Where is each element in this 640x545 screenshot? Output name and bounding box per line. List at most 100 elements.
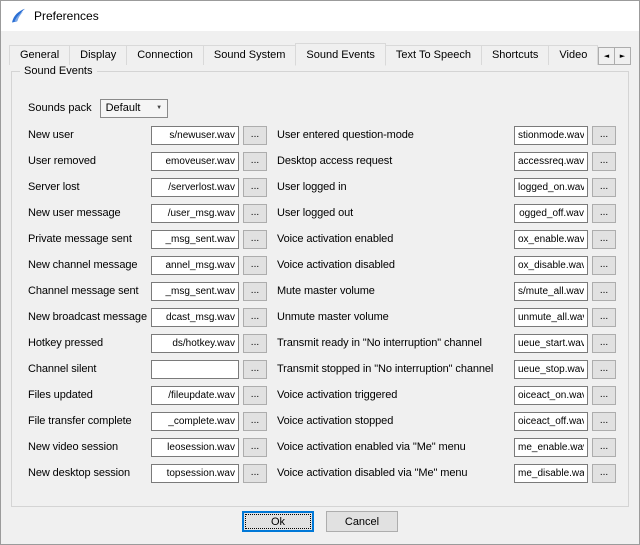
browse-button[interactable]: ... — [592, 204, 616, 223]
chevron-down-icon: ▼ — [152, 105, 167, 111]
browse-button[interactable]: ... — [243, 334, 267, 353]
sound-file-input[interactable] — [514, 126, 588, 145]
sound-file-input[interactable] — [514, 178, 588, 197]
browse-button[interactable]: ... — [243, 178, 267, 197]
tab-bar: GeneralDisplayConnectionSound SystemSoun… — [9, 45, 631, 65]
sound-event-row: Channel message sent... — [28, 278, 267, 304]
sound-file-input[interactable] — [514, 204, 588, 223]
sound-event-label: Channel message sent — [28, 285, 147, 297]
sound-event-label: Mute master volume — [277, 285, 510, 297]
browse-button[interactable]: ... — [592, 412, 616, 431]
sound-file-input[interactable] — [514, 230, 588, 249]
title-bar: Preferences — [1, 1, 639, 31]
tab-scroll-right-button[interactable]: ► — [614, 47, 631, 65]
sound-file-input[interactable] — [514, 334, 588, 353]
sound-event-label: Channel silent — [28, 363, 147, 375]
tab-sound-system[interactable]: Sound System — [203, 45, 297, 65]
sound-event-row: Mute master volume... — [277, 278, 616, 304]
sound-event-row: Voice activation disabled... — [277, 252, 616, 278]
sounds-pack-row: Sounds pack Default ▼ — [28, 98, 168, 118]
browse-button[interactable]: ... — [592, 178, 616, 197]
browse-button[interactable]: ... — [592, 308, 616, 327]
browse-button[interactable]: ... — [243, 282, 267, 301]
sound-event-label: New video session — [28, 441, 147, 453]
browse-button[interactable]: ... — [592, 230, 616, 249]
sound-event-row: Hotkey pressed... — [28, 330, 267, 356]
sound-event-row: User removed... — [28, 148, 267, 174]
tab-connection[interactable]: Connection — [126, 45, 204, 65]
browse-button[interactable]: ... — [243, 412, 267, 431]
browse-button[interactable]: ... — [243, 360, 267, 379]
sound-event-row: Desktop access request... — [277, 148, 616, 174]
sound-file-input[interactable] — [514, 360, 588, 379]
browse-button[interactable]: ... — [243, 126, 267, 145]
browse-button[interactable]: ... — [592, 386, 616, 405]
browse-button[interactable]: ... — [592, 360, 616, 379]
tab-text-to-speech[interactable]: Text To Speech — [385, 45, 482, 65]
sound-file-input[interactable] — [514, 386, 588, 405]
browse-button[interactable]: ... — [592, 438, 616, 457]
cancel-button[interactable]: Cancel — [326, 511, 398, 532]
sound-event-row: File transfer complete... — [28, 408, 267, 434]
browse-button[interactable]: ... — [243, 386, 267, 405]
sound-file-input[interactable] — [151, 360, 239, 379]
tab-video[interactable]: Video — [548, 45, 598, 65]
sound-event-label: File transfer complete — [28, 415, 147, 427]
sound-file-input[interactable] — [514, 464, 588, 483]
sound-file-input[interactable] — [514, 152, 588, 171]
sound-file-input[interactable] — [151, 334, 239, 353]
sound-file-input[interactable] — [514, 282, 588, 301]
tab-scroll-left-button[interactable]: ◄ — [598, 47, 615, 65]
sound-file-input[interactable] — [151, 464, 239, 483]
sound-file-input[interactable] — [514, 412, 588, 431]
sound-file-input[interactable] — [151, 438, 239, 457]
sound-event-row: Voice activation stopped... — [277, 408, 616, 434]
tab-general[interactable]: General — [9, 45, 70, 65]
sound-event-row: Server lost... — [28, 174, 267, 200]
sound-file-input[interactable] — [514, 256, 588, 275]
sound-event-row: Voice activation enabled... — [277, 226, 616, 252]
ok-button[interactable]: Ok — [242, 511, 314, 532]
sound-event-label: Voice activation triggered — [277, 389, 510, 401]
sounds-pack-select[interactable]: Default ▼ — [100, 99, 168, 118]
sound-file-input[interactable] — [151, 178, 239, 197]
sound-file-input[interactable] — [151, 126, 239, 145]
tab-sound-events[interactable]: Sound Events — [295, 43, 386, 66]
sound-event-label: Voice activation disabled — [277, 259, 510, 271]
tab-display[interactable]: Display — [69, 45, 127, 65]
sound-file-input[interactable] — [151, 386, 239, 405]
sound-file-input[interactable] — [151, 230, 239, 249]
browse-button[interactable]: ... — [243, 152, 267, 171]
sound-event-label: Transmit stopped in "No interruption" ch… — [277, 363, 510, 375]
browse-button[interactable]: ... — [243, 308, 267, 327]
browse-button[interactable]: ... — [243, 464, 267, 483]
sound-file-input[interactable] — [514, 438, 588, 457]
footer: Ok Cancel — [1, 511, 639, 532]
browse-button[interactable]: ... — [243, 256, 267, 275]
browse-button[interactable]: ... — [592, 464, 616, 483]
sound-event-row: Private message sent... — [28, 226, 267, 252]
browse-button[interactable]: ... — [592, 256, 616, 275]
sound-event-row: New video session... — [28, 434, 267, 460]
sound-event-row: New channel message... — [28, 252, 267, 278]
sound-event-label: Server lost — [28, 181, 147, 193]
sound-file-input[interactable] — [514, 308, 588, 327]
browse-button[interactable]: ... — [243, 204, 267, 223]
sound-file-input[interactable] — [151, 256, 239, 275]
tab-shortcuts[interactable]: Shortcuts — [481, 45, 549, 65]
sound-event-label: New channel message — [28, 259, 147, 271]
sound-file-input[interactable] — [151, 204, 239, 223]
browse-button[interactable]: ... — [592, 152, 616, 171]
group-title: Sound Events — [20, 65, 97, 77]
browse-button[interactable]: ... — [243, 438, 267, 457]
browse-button[interactable]: ... — [592, 126, 616, 145]
browse-button[interactable]: ... — [592, 334, 616, 353]
sound-file-input[interactable] — [151, 308, 239, 327]
sound-file-input[interactable] — [151, 152, 239, 171]
sound-event-row: User logged in... — [277, 174, 616, 200]
sound-file-input[interactable] — [151, 412, 239, 431]
sound-event-rows: New user...User removed...Server lost...… — [28, 122, 616, 486]
browse-button[interactable]: ... — [592, 282, 616, 301]
browse-button[interactable]: ... — [243, 230, 267, 249]
sound-file-input[interactable] — [151, 282, 239, 301]
